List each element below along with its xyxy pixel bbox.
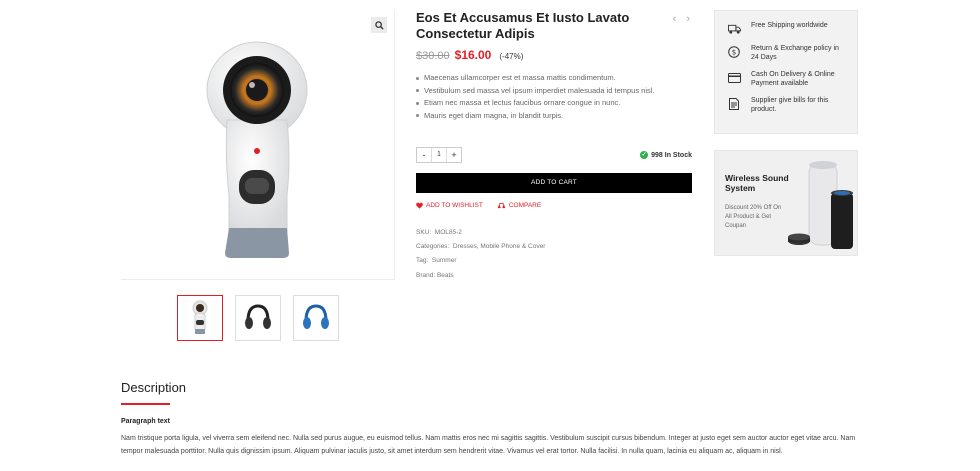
thumbnail-strip xyxy=(177,295,339,341)
tag-row: Tag: Summer xyxy=(416,257,457,265)
price-row: $30.00 $16.00 (-47%) xyxy=(416,48,692,62)
quantity-row: - 1 + ✓ 998 In Stock xyxy=(416,147,692,163)
add-to-cart-button[interactable]: ADD TO CART xyxy=(416,173,692,193)
black-headphones-thumbnail[interactable] xyxy=(235,295,281,341)
paragraph-title: Paragraph text xyxy=(121,418,171,425)
check-circle-icon: ✓ xyxy=(640,151,649,159)
discount-badge: (-47%) xyxy=(499,52,524,61)
chevron-right-icon[interactable]: › xyxy=(686,13,690,25)
camera-image xyxy=(206,41,308,258)
compare-label: COMPARE xyxy=(508,202,542,209)
service-features-box: Free Shipping worldwide $ Return & Excha… xyxy=(714,10,858,134)
tab-description[interactable]: Description xyxy=(121,380,186,395)
service-item: Free Shipping worldwide xyxy=(727,21,857,36)
wishlist-label: ADD TO WISHLIST xyxy=(426,202,483,209)
qty-decrease-button[interactable]: - xyxy=(417,148,431,162)
brand-link[interactable]: Beats xyxy=(437,272,454,279)
add-to-wishlist-link[interactable]: ADD TO WISHLIST xyxy=(416,202,483,209)
camera-thumbnail[interactable] xyxy=(177,295,223,341)
product-meta: SKU: MOL85-2 Categories: Dresses, Mobile… xyxy=(416,226,545,283)
tag-link[interactable]: Summer xyxy=(432,257,457,264)
banner-heading: Wireless Sound System xyxy=(725,173,789,193)
qty-increase-button[interactable]: + xyxy=(447,148,461,162)
dollar-icon: $ xyxy=(727,45,741,59)
smart-speakers-image xyxy=(788,161,853,249)
product-info: Eos Et Accusamus Et Iusto Lavato Consect… xyxy=(416,10,692,279)
list-item: Maecenas ullamcorper est et massa mattis… xyxy=(416,72,692,85)
feature-list: Maecenas ullamcorper est et massa mattis… xyxy=(416,72,692,122)
credit-card-icon xyxy=(727,71,741,85)
service-item: Supplier give bills for this product. xyxy=(727,96,857,114)
categories-links[interactable]: Dresses, Mobile Phone & Cover xyxy=(453,243,546,250)
search-icon xyxy=(374,20,384,30)
product-title: Eos Et Accusamus Et Iusto Lavato Consect… xyxy=(416,10,630,41)
banner-subtext: Discount 20% Off On All Product & Get Co… xyxy=(725,205,782,229)
list-item: Etiam nec massa et lectus faucibus ornar… xyxy=(416,97,692,110)
main-product-image[interactable] xyxy=(121,10,395,280)
truck-icon xyxy=(727,22,741,36)
promo-banner[interactable]: Wireless Sound System Discount 20% Off O… xyxy=(714,150,858,256)
svg-text:$: $ xyxy=(732,49,736,57)
invoice-icon xyxy=(727,97,741,111)
product-nav: ‹ › xyxy=(673,13,690,25)
sale-price: $16.00 xyxy=(454,48,492,62)
stock-text: 998 In Stock xyxy=(651,151,692,159)
service-item: Cash On Delivery & Online Payment availa… xyxy=(727,70,857,88)
old-price: $30.00 xyxy=(416,50,450,62)
service-item: $ Return & Exchange policy in 24 Days xyxy=(727,44,857,62)
sku-row: SKU: MOL85-2 xyxy=(416,229,462,236)
list-item: Vestibulum sed massa vel ipsum imperdiet… xyxy=(416,85,692,98)
quantity-stepper: - 1 + xyxy=(416,147,462,163)
blue-headphones-thumbnail[interactable] xyxy=(293,295,339,341)
tab-active-indicator xyxy=(121,403,170,405)
compare-icon xyxy=(497,203,506,209)
list-item: Mauris eget diam magna, in blandit turpi… xyxy=(416,110,692,123)
zoom-button[interactable] xyxy=(371,17,387,33)
quantity-input[interactable]: 1 xyxy=(431,148,447,162)
product-actions: ADD TO WISHLIST COMPARE xyxy=(416,202,541,209)
description-paragraph: Nam tristique porta ligula, vel viverra … xyxy=(121,435,856,455)
heart-icon xyxy=(416,202,423,209)
categories-row: Categories: Dresses, Mobile Phone & Cove… xyxy=(416,243,546,251)
stock-status: ✓ 998 In Stock xyxy=(640,151,692,159)
brand-row: Brand: Beats xyxy=(416,271,454,279)
compare-link[interactable]: COMPARE xyxy=(497,202,541,209)
sku-value: MOL85-2 xyxy=(434,229,462,236)
chevron-left-icon[interactable]: ‹ xyxy=(673,13,677,25)
